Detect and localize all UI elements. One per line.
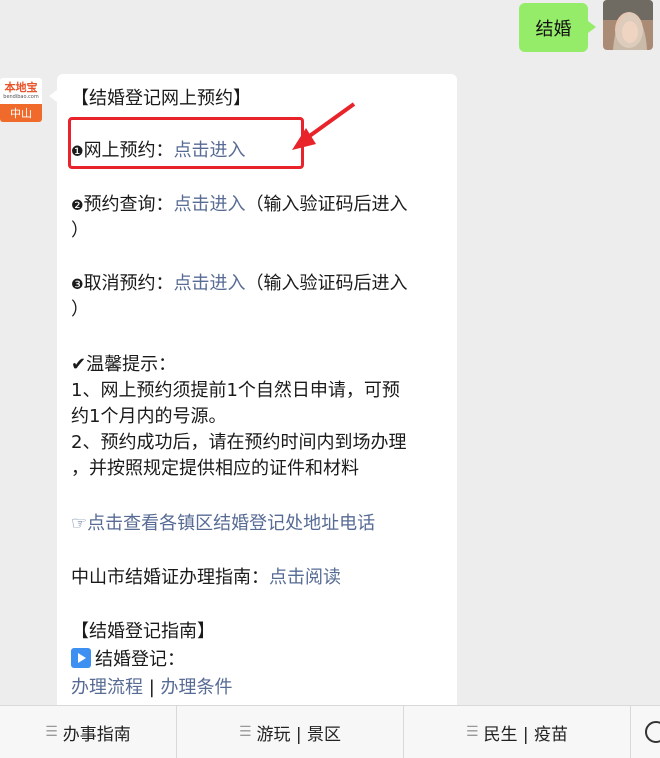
item-online-booking-label: 网上预约： [83,140,174,161]
menu-list-icon: ☰ [238,724,252,740]
user-avatar[interactable] [603,0,653,50]
address-phone-link[interactable]: ☞点击查看各镇区结婚登记处地址电话 [71,511,375,537]
booking-query-note-end: ） [71,220,89,241]
guide-line: 中山市结婚证办理指南：点击阅读 [71,565,341,591]
marriage-registration-subtitle: 结婚登记： [71,647,185,673]
guide-links: 办理流程 | 办理条件 [71,675,233,701]
bullet-3: ❸ [71,277,84,293]
logo-city-band: 中山 [0,104,42,122]
menu-item-travel[interactable]: ☰ 游玩 | 景区 [177,706,403,758]
booking-query-note: （输入验证码后进入 [245,194,408,215]
message-title: 【结婚登记网上预约】 [71,88,251,109]
guide-read-link[interactable]: 点击阅读 [269,567,341,588]
bullet-2: ❷ [71,198,84,214]
online-booking-link[interactable]: 点击进入 [174,140,246,161]
menu-item-livelihood[interactable]: ☰ 民生 | 疫苗 [404,706,630,758]
bendibao-logo: 本地宝 bendibao.com [0,78,42,104]
keyboard-icon[interactable] [645,721,660,743]
cancel-booking-note-end: ） [71,299,89,320]
item-online-booking: ❶网上预约：点击进入 [71,138,246,165]
process-link[interactable]: 办理流程 [71,677,143,698]
incoming-message-bubble: 【结婚登记网上预约】 ❶网上预约：点击进入 ❷预约查询：点击进入（输入验证码后进… [49,74,457,714]
conditions-link[interactable]: 办理条件 [161,677,233,698]
play-icon [71,648,91,668]
menu-item-service-guide[interactable]: ☰ 办事指南 [0,706,176,758]
booking-query-link[interactable]: 点击进入 [174,194,246,215]
bullet-1: ❶ [71,144,84,160]
menu-list-icon: ☰ [45,724,58,740]
menu-item-label: 游玩 | 景区 [256,724,342,745]
link-divider: | [143,677,161,698]
tips-title: ✔温馨提示： [71,354,177,375]
outgoing-message-text: 结婚 [535,18,572,40]
outgoing-message-bubble[interactable]: 结婚 [519,3,596,52]
item-cancel-booking-label: 取消预约： [83,273,174,294]
cancel-booking-link[interactable]: 点击进入 [174,273,246,294]
tip-line-2: 约1个月内的号源。 [71,406,227,427]
item-booking-query-label: 预约查询： [83,194,174,215]
tip-line-3: 2、预约成功后，请在预约时间内到场办理 [71,432,407,453]
item-booking-query: ❷预约查询：点击进入（输入验证码后进入 [71,192,408,219]
menu-item-label: 办事指南 [62,724,131,745]
red-arrow-annotation [292,102,356,150]
tip-line-4: ，并按照规定提供相应的证件和材料 [71,458,359,479]
subtitle-text: 结婚登记： [95,649,185,670]
guide-section-title: 【结婚登记指南】 [71,621,215,642]
bot-avatar[interactable]: 本地宝 bendibao.com 中山 [0,78,42,122]
cancel-booking-note: （输入验证码后进入 [245,273,408,294]
menu-list-icon: ☰ [465,724,479,740]
guide-label: 中山市结婚证办理指南： [71,567,269,588]
menu-item-label: 民生 | 疫苗 [483,724,569,745]
menu-divider [630,706,631,758]
bottom-menu: ☰ 办事指南 ☰ 游玩 | 景区 ☰ 民生 | 疫苗 [0,705,660,758]
tip-line-1: 1、网上预约须提前1个自然日申请，可预 [71,380,400,401]
item-cancel-booking: ❸取消预约：点击进入（输入验证码后进入 [71,271,408,298]
